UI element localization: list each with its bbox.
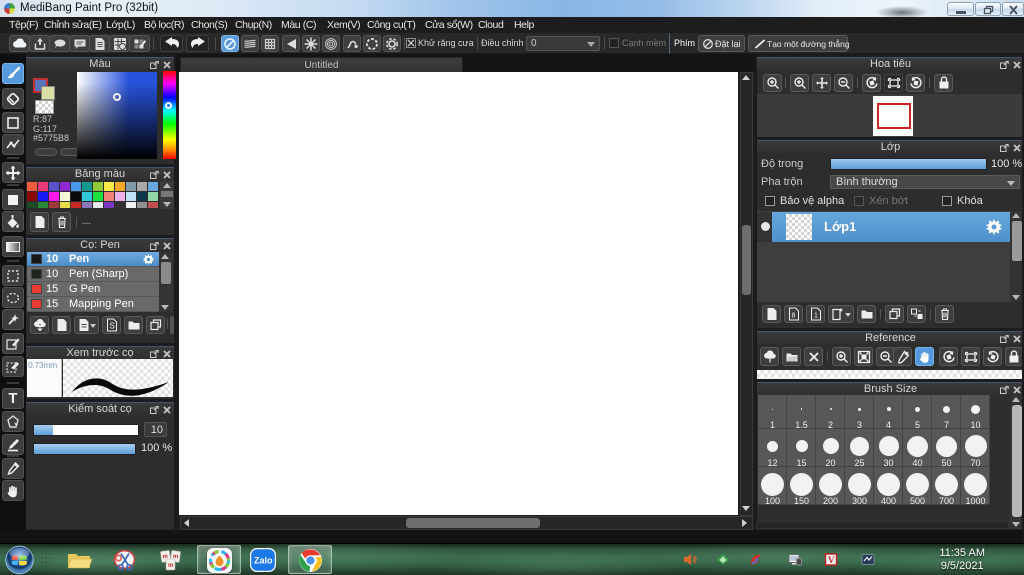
svg-text:V: V: [828, 555, 835, 565]
svg-text:m: m: [168, 563, 173, 569]
svg-text:m: m: [162, 554, 168, 561]
svg-text:S: S: [109, 322, 114, 331]
svg-text:m: m: [172, 554, 178, 561]
svg-text:Zalo: Zalo: [254, 556, 273, 566]
svg-text:8: 8: [791, 313, 795, 320]
svg-text:1: 1: [814, 313, 818, 320]
